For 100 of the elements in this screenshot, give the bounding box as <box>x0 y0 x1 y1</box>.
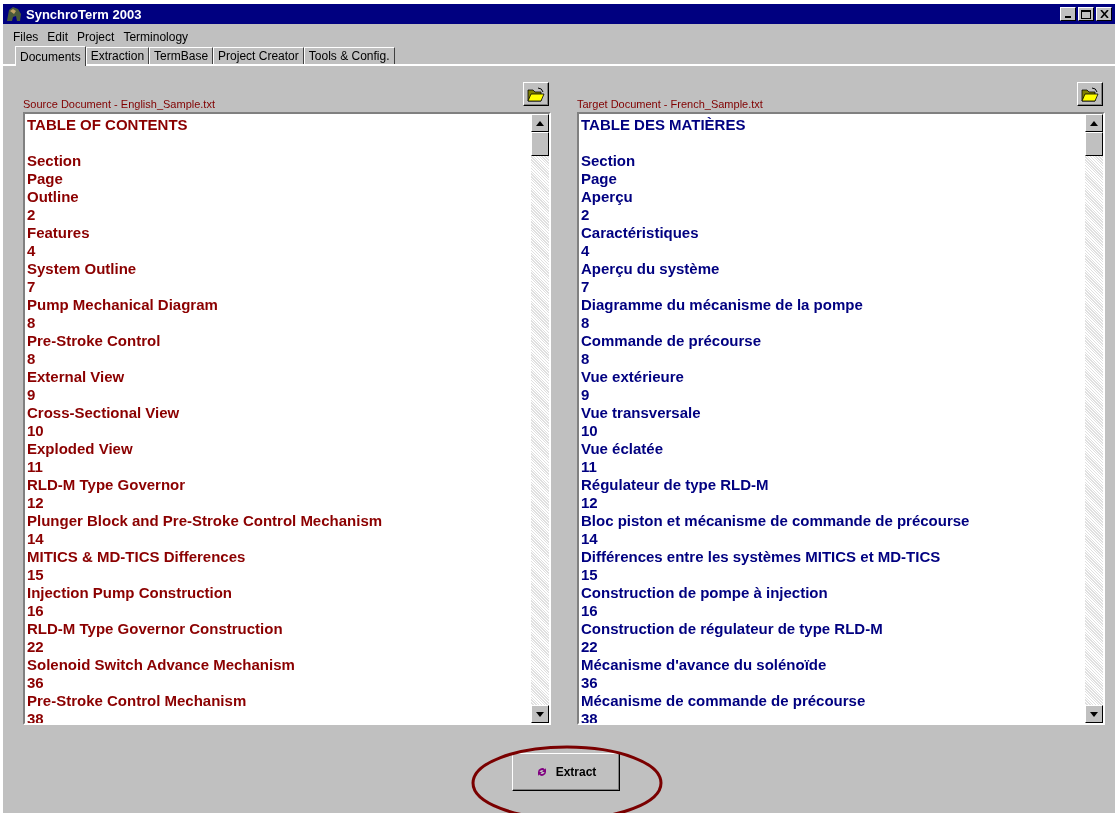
document-line: RLD-M Type Governor <box>27 476 187 494</box>
document-line: 4 <box>27 242 37 260</box>
maximize-icon <box>1081 9 1091 19</box>
document-line: 36 <box>27 674 45 692</box>
tab[interactable]: Tools & Config. <box>303 47 395 64</box>
document-line: Différences entre les systèmes MITICS et MD-TICS <box>581 548 942 566</box>
document-line: 8 <box>581 314 591 332</box>
document-line: Bloc piston et mécanisme de commande de précourse <box>581 512 971 530</box>
down-arrow-icon <box>536 711 544 717</box>
document-line: External View <box>27 368 126 386</box>
open-file-button[interactable] <box>1077 82 1103 106</box>
document-line: 16 <box>27 602 45 620</box>
document-line: Aperçu du système <box>581 260 721 278</box>
scroll-thumb[interactable] <box>1085 132 1103 156</box>
document-text-area[interactable] <box>23 112 551 725</box>
document-label: Target Document - French_Sample.txt <box>577 98 763 110</box>
document-line: Commande de précourse <box>581 332 763 350</box>
document-line: 15 <box>27 566 45 584</box>
scroll-down-button[interactable] <box>1085 705 1103 723</box>
document-line: Vue extérieure <box>581 368 685 386</box>
document-line: Injection Pump Construction <box>27 584 233 602</box>
document-line: 12 <box>581 494 599 512</box>
document-line: 7 <box>27 278 37 296</box>
document-line: Mécanisme d'avance du solénoïde <box>581 656 828 674</box>
document-line: Page <box>27 170 64 188</box>
document-line: 2 <box>27 206 37 224</box>
window-title: SynchroTerm 2003 <box>26 6 142 22</box>
document-line: Cross-Sectional View <box>27 404 181 422</box>
maximize-button[interactable] <box>1078 7 1094 21</box>
document-line: 9 <box>27 386 37 404</box>
down-arrow-icon <box>1090 711 1098 717</box>
document-heading: TABLE OF CONTENTS <box>27 116 189 134</box>
document-line: 9 <box>581 386 591 404</box>
document-line: 22 <box>581 638 599 656</box>
document-label: Source Document - English_Sample.txt <box>23 98 215 110</box>
minimize-button[interactable] <box>1060 7 1076 21</box>
tab[interactable]: Project Creator <box>213 47 304 64</box>
document-line: 8 <box>581 350 591 368</box>
document-line: Aperçu <box>581 188 634 206</box>
document-text-area[interactable] <box>577 112 1105 725</box>
document-line: Outline <box>27 188 80 206</box>
scroll-up-button[interactable] <box>1085 114 1103 132</box>
extract-button[interactable]: Extract <box>512 753 620 791</box>
document-line: Section <box>581 152 637 170</box>
folder-icon <box>527 86 545 102</box>
document-line: Construction de régulateur de type RLD-M <box>581 620 884 638</box>
scroll-thumb[interactable] <box>531 132 549 156</box>
document-line: Solenoid Switch Advance Mechanism <box>27 656 296 674</box>
document-line: Exploded View <box>27 440 134 458</box>
document-line: 4 <box>581 242 591 260</box>
menu-item[interactable]: Terminology <box>123 29 189 44</box>
document-line: 2 <box>581 206 591 224</box>
document-line: RLD-M Type Governor Construction <box>27 620 284 638</box>
document-line: 8 <box>27 314 37 332</box>
document-line: 36 <box>581 674 599 692</box>
document-line: Caractéristiques <box>581 224 700 242</box>
document-line: 10 <box>27 422 45 440</box>
document-line: Construction de pompe à injection <box>581 584 829 602</box>
document-line: 8 <box>27 350 37 368</box>
menu-item[interactable]: Edit <box>47 29 69 44</box>
document-line: 11 <box>27 458 44 476</box>
open-file-button[interactable] <box>523 82 549 106</box>
tab[interactable]: Extraction <box>85 47 150 64</box>
document-line: 12 <box>27 494 45 512</box>
close-icon <box>1099 10 1109 18</box>
scroll-down-button[interactable] <box>531 705 549 723</box>
document-line: Pre-Stroke Control Mechanism <box>27 692 248 710</box>
document-line: 15 <box>581 566 599 584</box>
document-heading: TABLE DES MATIÈRES <box>581 116 747 134</box>
document-line: Features <box>27 224 91 242</box>
document-line: Régulateur de type RLD-M <box>581 476 770 494</box>
document-line: Diagramme du mécanisme de la pompe <box>581 296 864 314</box>
document-line: 14 <box>27 530 45 548</box>
document-line: Pre-Stroke Control <box>27 332 162 350</box>
document-line: 22 <box>27 638 45 656</box>
document-line: 10 <box>581 422 599 440</box>
close-button[interactable] <box>1096 7 1112 21</box>
document-line: 11 <box>581 458 598 476</box>
document-line: 16 <box>581 602 599 620</box>
document-line: Page <box>581 170 618 188</box>
document-line: System Outline <box>27 260 138 278</box>
tab[interactable]: Documents <box>15 46 86 66</box>
document-line: 14 <box>581 530 599 548</box>
tab[interactable]: TermBase <box>149 47 214 64</box>
up-arrow-icon <box>536 120 544 126</box>
document-line: MITICS & MD-TICS Differences <box>27 548 247 566</box>
document-line: Plunger Block and Pre-Stroke Control Mechanism <box>27 512 384 530</box>
document-line: Vue éclatée <box>581 440 664 458</box>
document-line: Section <box>27 152 83 170</box>
up-arrow-icon <box>1090 120 1098 126</box>
document-line: Pump Mechanical Diagram <box>27 296 219 314</box>
refresh-icon <box>535 766 548 778</box>
app-logo-icon <box>6 6 22 22</box>
document-line: Vue transversale <box>581 404 702 422</box>
scroll-up-button[interactable] <box>531 114 549 132</box>
document-line: Mécanisme de commande de précourse <box>581 692 867 710</box>
menu-item[interactable]: Project <box>77 29 115 44</box>
document-line: 7 <box>581 278 591 296</box>
menu-item[interactable]: Files <box>13 29 39 44</box>
folder-icon <box>1081 86 1099 102</box>
